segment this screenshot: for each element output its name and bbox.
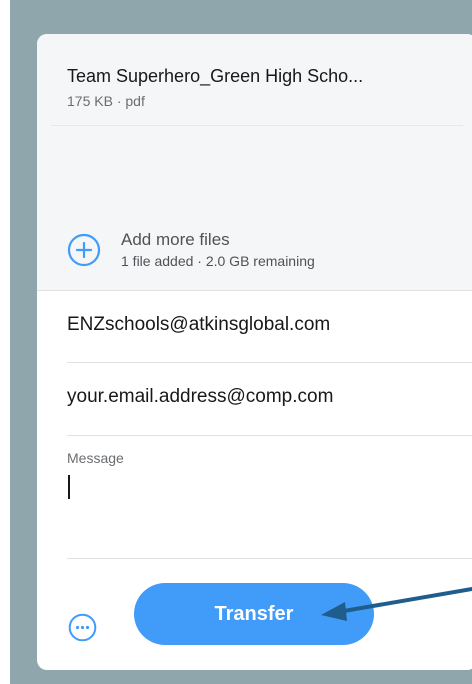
plus-circle-icon[interactable] bbox=[67, 233, 101, 267]
message-field[interactable]: Message bbox=[67, 436, 472, 559]
recipient-field bbox=[67, 291, 472, 363]
file-name: Team Superhero_Green High Scho... bbox=[67, 66, 364, 86]
file-list: Team Superhero_Green High Scho... 175 KB… bbox=[37, 34, 472, 291]
file-item[interactable]: Team Superhero_Green High Scho... 175 KB… bbox=[51, 34, 463, 126]
more-options-icon[interactable] bbox=[68, 613, 97, 642]
sender-email-input[interactable] bbox=[67, 386, 457, 408]
add-more-files-label: Add more files bbox=[121, 230, 230, 249]
sender-field bbox=[67, 363, 472, 436]
add-more-files-button[interactable]: Add more files 1 file added · 2.0 GB rem… bbox=[67, 230, 447, 270]
recipient-email-input[interactable] bbox=[67, 314, 457, 336]
message-label: Message bbox=[67, 450, 124, 466]
transfer-panel: Team Superhero_Green High Scho... 175 KB… bbox=[37, 34, 472, 670]
file-meta: 175 KB · pdf bbox=[67, 93, 145, 109]
text-caret bbox=[68, 475, 70, 499]
transfer-button[interactable]: Transfer bbox=[134, 583, 374, 645]
files-status: 1 file added · 2.0 GB remaining bbox=[121, 253, 315, 269]
window-edge bbox=[0, 0, 10, 684]
